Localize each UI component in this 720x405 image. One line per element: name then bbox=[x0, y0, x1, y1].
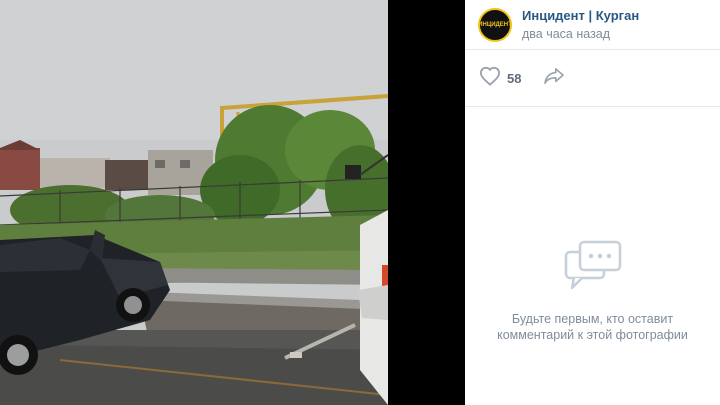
info-panel: ИНЦИДЕНТ Инцидент | Курган два часа наза… bbox=[465, 0, 720, 405]
post-time[interactable]: два часа назад bbox=[522, 26, 639, 42]
empty-text-line1: Будьте первым, кто оставит bbox=[511, 312, 674, 326]
photo-viewer: ИНЦИДЕНТ Инцидент | Курган два часа наза… bbox=[0, 0, 720, 405]
post-header: ИНЦИДЕНТ Инцидент | Курган два часа наза… bbox=[465, 0, 720, 50]
chat-bubbles-icon bbox=[564, 240, 622, 297]
accident-photo[interactable] bbox=[0, 0, 388, 405]
heart-icon bbox=[479, 66, 501, 91]
comments-empty-text: Будьте первым, кто оставит комментарий к… bbox=[465, 311, 720, 343]
like-button[interactable]: 58 bbox=[479, 66, 521, 91]
share-button[interactable] bbox=[543, 67, 565, 90]
empty-text-line2: комментарий к этой фотографии bbox=[497, 328, 688, 342]
avatar-logo: ИНЦИДЕНТ bbox=[478, 21, 512, 28]
group-name-link[interactable]: Инцидент | Курган bbox=[522, 8, 639, 24]
group-avatar[interactable]: ИНЦИДЕНТ bbox=[478, 7, 512, 42]
post-actions: 58 bbox=[465, 50, 720, 107]
comments-empty-state: Будьте первым, кто оставит комментарий к… bbox=[465, 240, 720, 343]
post-meta: Инцидент | Курган два часа назад bbox=[522, 8, 639, 42]
like-count: 58 bbox=[507, 70, 522, 86]
share-arrow-icon bbox=[543, 67, 565, 90]
photo-area[interactable] bbox=[0, 0, 465, 405]
